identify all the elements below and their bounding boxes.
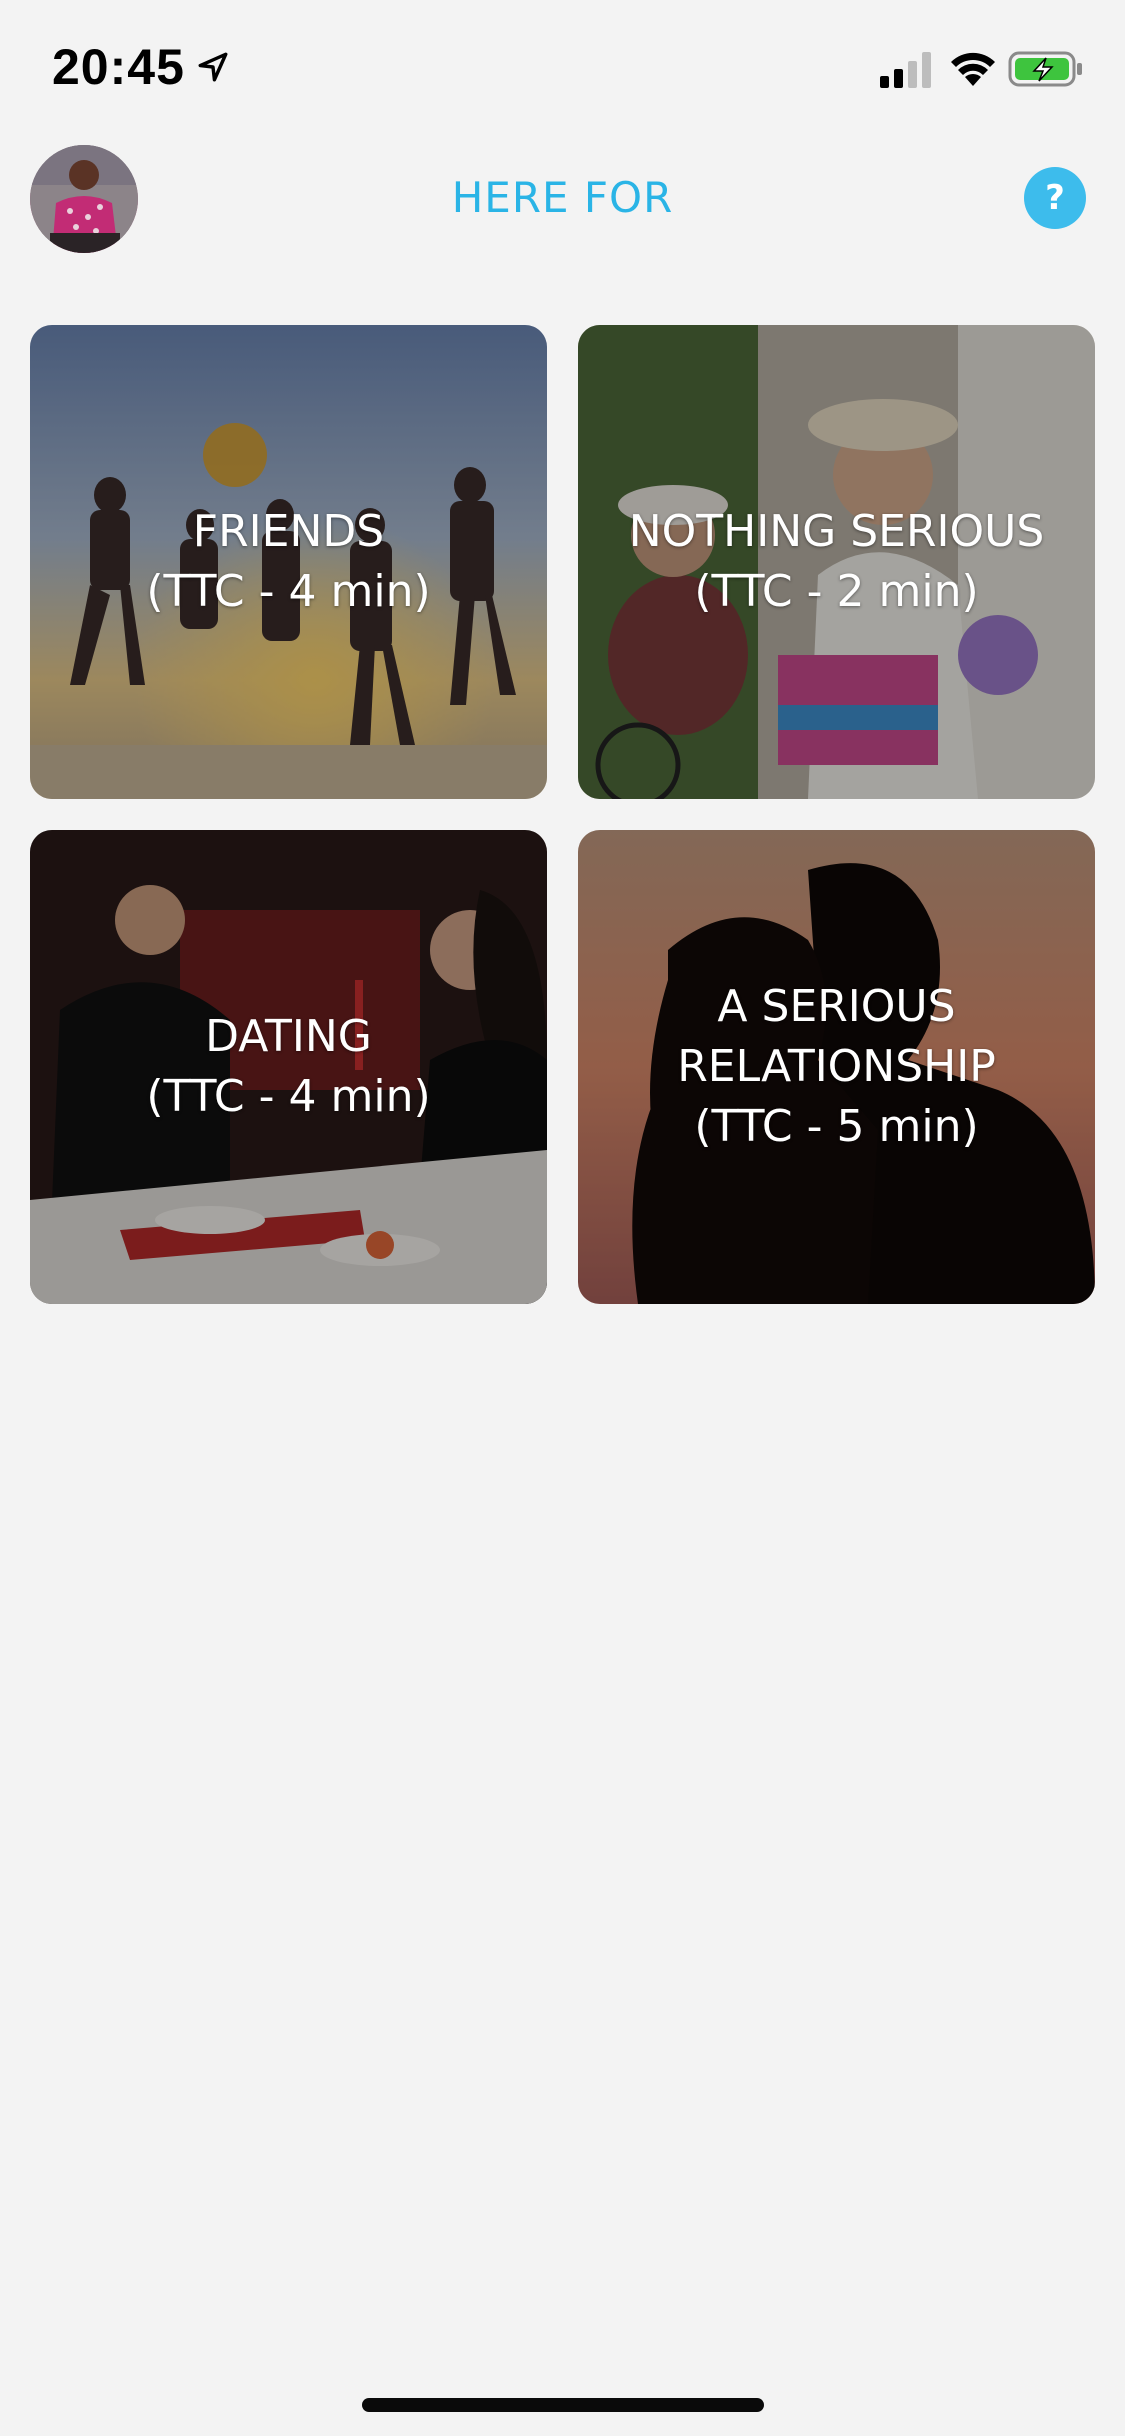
card-serious-relationship[interactable]: A SERIOUS RELATIONSHIP (TTC - 5 min) <box>578 830 1095 1304</box>
card-dating-label: DATING (TTC - 4 min) <box>30 830 547 1304</box>
card-title-line2: RELATIONSHIP <box>677 1041 996 1092</box>
card-serious-relationship-label: A SERIOUS RELATIONSHIP (TTC - 5 min) <box>578 830 1095 1304</box>
location-icon <box>198 52 228 82</box>
wifi-icon <box>951 52 995 86</box>
card-friends[interactable]: FRIENDS (TTC - 4 min) <box>30 325 547 799</box>
card-nothing-serious[interactable]: NOTHING SERIOUS (TTC - 2 min) <box>578 325 1095 799</box>
card-time: (TTC - 4 min) <box>146 566 431 617</box>
card-title: DATING <box>205 1011 372 1062</box>
status-bar: 20:45 <box>0 0 1125 135</box>
home-indicator[interactable] <box>362 2398 764 2412</box>
status-time: 20:45 <box>52 39 185 95</box>
card-friends-label: FRIENDS (TTC - 4 min) <box>30 325 547 799</box>
battery-charging-icon <box>1008 51 1082 87</box>
card-title: FRIENDS <box>192 506 385 557</box>
card-time: (TTC - 5 min) <box>694 1101 979 1152</box>
card-title: NOTHING SERIOUS <box>628 506 1045 557</box>
card-time: (TTC - 2 min) <box>694 566 979 617</box>
card-time: (TTC - 4 min) <box>146 1071 431 1122</box>
page-title: HERE FOR <box>451 173 674 222</box>
card-dating[interactable]: DATING (TTC - 4 min) <box>30 830 547 1304</box>
card-title: A SERIOUS <box>717 981 956 1032</box>
help-button[interactable]: ? <box>1024 167 1086 229</box>
signal-icon <box>880 52 931 88</box>
card-nothing-serious-label: NOTHING SERIOUS (TTC - 2 min) <box>578 325 1095 799</box>
header: HERE FOR ? <box>0 135 1125 265</box>
